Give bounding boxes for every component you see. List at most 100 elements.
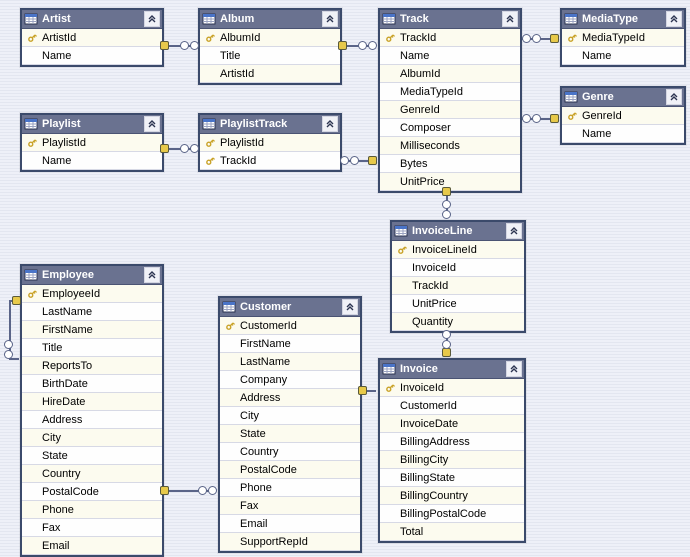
table-invoiceline[interactable]: InvoiceLine InvoiceLineIdInvoiceIdTrackI… bbox=[390, 220, 526, 333]
column-row[interactable]: Total bbox=[380, 523, 524, 541]
column-row[interactable]: Name bbox=[562, 47, 684, 65]
column-row[interactable]: PlaylistId bbox=[200, 134, 340, 152]
table-title[interactable]: Genre bbox=[562, 88, 684, 107]
collapse-button[interactable] bbox=[506, 361, 522, 377]
column-row[interactable]: Fax bbox=[22, 519, 162, 537]
column-row[interactable]: AlbumId bbox=[200, 29, 340, 47]
collapse-button[interactable] bbox=[502, 11, 518, 27]
table-playlisttrack[interactable]: PlaylistTrack PlaylistId TrackId bbox=[198, 113, 342, 172]
column-row[interactable]: Phone bbox=[22, 501, 162, 519]
column-row[interactable]: Address bbox=[22, 411, 162, 429]
table-title-text: InvoiceLine bbox=[412, 225, 506, 237]
column-row[interactable]: Phone bbox=[220, 479, 360, 497]
table-customer[interactable]: Customer CustomerIdFirstNameLastNameComp… bbox=[218, 296, 362, 553]
column-row[interactable]: Name bbox=[380, 47, 520, 65]
table-title[interactable]: InvoiceLine bbox=[392, 222, 524, 241]
column-row[interactable]: HireDate bbox=[22, 393, 162, 411]
collapse-button[interactable] bbox=[666, 89, 682, 105]
column-row[interactable]: BillingState bbox=[380, 469, 524, 487]
column-row[interactable]: Address bbox=[220, 389, 360, 407]
column-row[interactable]: BillingCountry bbox=[380, 487, 524, 505]
column-row[interactable]: FirstName bbox=[22, 321, 162, 339]
column-row[interactable]: BirthDate bbox=[22, 375, 162, 393]
column-row[interactable]: Milliseconds bbox=[380, 137, 520, 155]
column-row[interactable]: Quantity bbox=[392, 313, 524, 331]
table-mediatype[interactable]: MediaType MediaTypeIdName bbox=[560, 8, 686, 67]
column-row[interactable]: InvoiceDate bbox=[380, 415, 524, 433]
column-row[interactable]: MediaTypeId bbox=[562, 29, 684, 47]
collapse-button[interactable] bbox=[144, 267, 160, 283]
column-row[interactable]: PlaylistId bbox=[22, 134, 162, 152]
column-row[interactable]: TrackId bbox=[200, 152, 340, 170]
column-row[interactable]: Name bbox=[22, 47, 162, 65]
table-title[interactable]: PlaylistTrack bbox=[200, 115, 340, 134]
column-row[interactable]: InvoiceId bbox=[392, 259, 524, 277]
table-genre[interactable]: Genre GenreIdName bbox=[560, 86, 686, 145]
column-row[interactable]: State bbox=[22, 447, 162, 465]
column-row[interactable]: LastName bbox=[22, 303, 162, 321]
table-title[interactable]: MediaType bbox=[562, 10, 684, 29]
column-row[interactable]: FirstName bbox=[220, 335, 360, 353]
column-row[interactable]: BillingPostalCode bbox=[380, 505, 524, 523]
collapse-button[interactable] bbox=[666, 11, 682, 27]
column-row[interactable]: Country bbox=[22, 465, 162, 483]
column-row[interactable]: CustomerId bbox=[220, 317, 360, 335]
collapse-button[interactable] bbox=[144, 116, 160, 132]
column-row[interactable]: Composer bbox=[380, 119, 520, 137]
table-employee[interactable]: Employee EmployeeIdLastNameFirstNameTitl… bbox=[20, 264, 164, 557]
column-row[interactable]: City bbox=[22, 429, 162, 447]
table-title[interactable]: Customer bbox=[220, 298, 360, 317]
table-title[interactable]: Album bbox=[200, 10, 340, 29]
collapse-button[interactable] bbox=[144, 11, 160, 27]
column-row[interactable]: EmployeeId bbox=[22, 285, 162, 303]
collapse-button[interactable] bbox=[322, 11, 338, 27]
column-row[interactable]: Bytes bbox=[380, 155, 520, 173]
column-row[interactable]: GenreId bbox=[562, 107, 684, 125]
table-invoice[interactable]: Invoice InvoiceIdCustomerIdInvoiceDateBi… bbox=[378, 358, 526, 543]
column-row[interactable]: TrackId bbox=[380, 29, 520, 47]
column-row[interactable]: Name bbox=[22, 152, 162, 170]
table-title[interactable]: Invoice bbox=[380, 360, 524, 379]
column-row[interactable]: InvoiceLineId bbox=[392, 241, 524, 259]
table-title[interactable]: Playlist bbox=[22, 115, 162, 134]
column-row[interactable]: UnitPrice bbox=[392, 295, 524, 313]
column-row[interactable]: PostalCode bbox=[220, 461, 360, 479]
table-title[interactable]: Employee bbox=[22, 266, 162, 285]
column-row[interactable]: PostalCode bbox=[22, 483, 162, 501]
column-row[interactable]: MediaTypeId bbox=[380, 83, 520, 101]
column-row[interactable]: LastName bbox=[220, 353, 360, 371]
table-title[interactable]: Artist bbox=[22, 10, 162, 29]
column-row[interactable]: ArtistId bbox=[200, 65, 340, 83]
column-row[interactable]: SupportRepId bbox=[220, 533, 360, 551]
table-icon bbox=[222, 300, 236, 314]
column-row[interactable]: BillingCity bbox=[380, 451, 524, 469]
column-row[interactable]: Email bbox=[220, 515, 360, 533]
column-row[interactable]: Company bbox=[220, 371, 360, 389]
column-row[interactable]: BillingAddress bbox=[380, 433, 524, 451]
column-row[interactable]: ReportsTo bbox=[22, 357, 162, 375]
column-row[interactable]: Title bbox=[22, 339, 162, 357]
primary-key-icon bbox=[564, 110, 580, 122]
column-row[interactable]: Title bbox=[200, 47, 340, 65]
column-row[interactable]: AlbumId bbox=[380, 65, 520, 83]
column-row[interactable]: Email bbox=[22, 537, 162, 555]
table-artist[interactable]: Artist ArtistIdName bbox=[20, 8, 164, 67]
column-row[interactable]: TrackId bbox=[392, 277, 524, 295]
column-row[interactable]: InvoiceId bbox=[380, 379, 524, 397]
collapse-button[interactable] bbox=[342, 299, 358, 315]
column-row[interactable]: City bbox=[220, 407, 360, 425]
column-row[interactable]: GenreId bbox=[380, 101, 520, 119]
column-row[interactable]: ArtistId bbox=[22, 29, 162, 47]
column-row[interactable]: Fax bbox=[220, 497, 360, 515]
table-playlist[interactable]: Playlist PlaylistIdName bbox=[20, 113, 164, 172]
table-title[interactable]: Track bbox=[380, 10, 520, 29]
collapse-button[interactable] bbox=[322, 116, 338, 132]
table-album[interactable]: Album AlbumIdTitleArtistId bbox=[198, 8, 342, 85]
column-row[interactable]: State bbox=[220, 425, 360, 443]
column-row[interactable]: Country bbox=[220, 443, 360, 461]
table-track[interactable]: Track TrackIdNameAlbumIdMediaTypeIdGenre… bbox=[378, 8, 522, 193]
column-row[interactable]: CustomerId bbox=[380, 397, 524, 415]
table-title-text: MediaType bbox=[582, 13, 666, 25]
collapse-button[interactable] bbox=[506, 223, 522, 239]
column-row[interactable]: Name bbox=[562, 125, 684, 143]
